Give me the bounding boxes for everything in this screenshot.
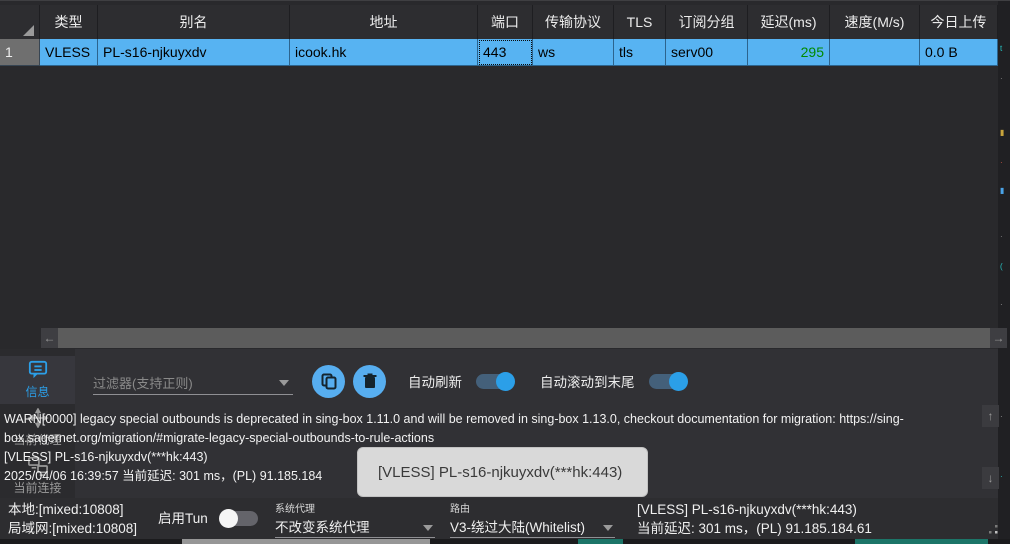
chevron-down-icon	[603, 525, 613, 531]
column-header-alias[interactable]: 别名	[98, 5, 290, 39]
column-header-subscription-group[interactable]: 订阅分组	[666, 5, 748, 39]
column-header-transport[interactable]: 传输协议	[533, 5, 614, 39]
scrollbar-spacer	[0, 328, 41, 348]
column-header-type[interactable]: 类型	[40, 5, 98, 39]
log-scroll-up-button[interactable]: ↑	[982, 405, 999, 427]
column-header-delay[interactable]: 延迟(ms)	[748, 5, 830, 39]
auto-refresh-toggle[interactable]	[476, 374, 514, 389]
copy-log-button[interactable]	[312, 365, 345, 398]
clear-log-button[interactable]	[353, 365, 386, 398]
tun-toggle[interactable]	[220, 511, 258, 526]
column-header-port[interactable]: 端口	[478, 5, 533, 39]
system-proxy-combobox[interactable]: 系统代理 不改变系统代理	[275, 500, 435, 538]
background-strip-segment	[855, 539, 988, 544]
tls-cell[interactable]: tls	[614, 39, 666, 66]
server-table: 类型 别名 地址 端口 传输协议 TLS 订阅分组 延迟(ms) 速度(M/s)…	[0, 1, 998, 349]
system-proxy-label: 系统代理	[275, 500, 435, 515]
type-cell[interactable]: VLESS	[40, 39, 98, 66]
address-cell[interactable]: icook.hk	[290, 39, 478, 66]
filter-combobox[interactable]	[93, 367, 293, 395]
tooltip-text: [VLESS] PL-s16-njkuyxdv(***hk:443)	[378, 464, 622, 481]
port-cell[interactable]: 443	[478, 39, 533, 66]
server-row-selected[interactable]: 1 VLESS PL-s16-njkuyxdv icook.hk 443 ws …	[0, 39, 998, 66]
tun-label: 启用Tun	[158, 509, 208, 528]
filter-input[interactable]	[93, 376, 263, 391]
hscroll-thumb[interactable]	[58, 328, 990, 348]
bottom-edge-strip	[0, 539, 1010, 544]
select-all-triangle-icon	[23, 25, 34, 36]
lan-endpoint: 局域网:[mixed:10808]	[8, 519, 137, 538]
message-icon	[27, 360, 49, 380]
system-proxy-value: 不改变系统代理	[275, 520, 370, 535]
routing-value: V3-绕过大陆(Whitelist)	[450, 520, 585, 535]
copy-icon	[321, 373, 337, 390]
horizontal-scrollbar[interactable]: ← →	[0, 328, 1007, 348]
toggle-knob	[219, 509, 238, 528]
tooltip: [VLESS] PL-s16-njkuyxdv(***hk:443)	[357, 447, 648, 497]
scroll-right-button[interactable]: →	[990, 328, 1007, 348]
app-window: 类型 别名 地址 端口 传输协议 TLS 订阅分组 延迟(ms) 速度(M/s)…	[0, 0, 1010, 544]
auto-refresh-label: 自动刷新	[408, 371, 462, 391]
sidebar-item-label: 信息	[25, 383, 49, 400]
local-endpoint: 本地:[mixed:10808]	[8, 500, 137, 519]
routing-label: 路由	[450, 500, 615, 515]
log-line: WARN[0000] legacy special outbounds is d…	[4, 410, 904, 429]
log-line: box.sagernet.org/migration/#migrate-lega…	[4, 429, 904, 448]
subscription-group-cell[interactable]: serv00	[666, 39, 748, 66]
trash-icon	[363, 373, 377, 389]
background-strip-segment	[578, 539, 623, 544]
chevron-down-icon	[279, 380, 289, 386]
table-header: 类型 别名 地址 端口 传输协议 TLS 订阅分组 延迟(ms) 速度(M/s)…	[0, 5, 998, 39]
column-header-address[interactable]: 地址	[290, 5, 478, 39]
row-index-cell[interactable]: 1	[0, 39, 40, 66]
routing-combobox[interactable]: 路由 V3-绕过大陆(Whitelist)	[450, 500, 615, 538]
column-header-today-upload[interactable]: 今日上传	[920, 5, 998, 39]
toggle-knob	[669, 372, 688, 391]
today-upload-cell[interactable]: 0.0 B	[920, 39, 998, 66]
speed-cell[interactable]	[830, 39, 920, 66]
auto-scroll-label: 自动滚动到末尾	[540, 371, 635, 391]
toggle-knob	[496, 372, 515, 391]
transport-cell[interactable]: ws	[533, 39, 614, 66]
auto-scroll-toggle[interactable]	[649, 374, 687, 389]
active-server-text: [VLESS] PL-s16-njkuyxdv(***hk:443)	[637, 500, 872, 519]
chevron-down-icon	[423, 525, 433, 531]
column-header-tls[interactable]: TLS	[614, 5, 666, 39]
sidebar-item-info[interactable]: 信息	[0, 356, 75, 404]
log-toolbar: 自动刷新 自动滚动到末尾	[93, 361, 687, 401]
current-delay-text: 当前延迟: 301 ms，(PL) 91.185.184.61	[637, 519, 872, 538]
status-bar: 本地:[mixed:10808] 局域网:[mixed:10808] 启用Tun…	[0, 498, 1010, 539]
column-header-speed[interactable]: 速度(M/s)	[830, 5, 920, 39]
scroll-left-button[interactable]: ←	[41, 328, 58, 348]
log-scroll-down-button[interactable]: ↓	[982, 467, 999, 489]
background-strip-segment	[182, 539, 430, 544]
delay-cell[interactable]: 295	[748, 39, 830, 66]
select-all-corner[interactable]	[0, 5, 40, 39]
background-window-sliver: t · ▮ · ▮ · ( · · ·	[998, 1, 1010, 539]
alias-cell[interactable]: PL-s16-njkuyxdv	[98, 39, 290, 66]
